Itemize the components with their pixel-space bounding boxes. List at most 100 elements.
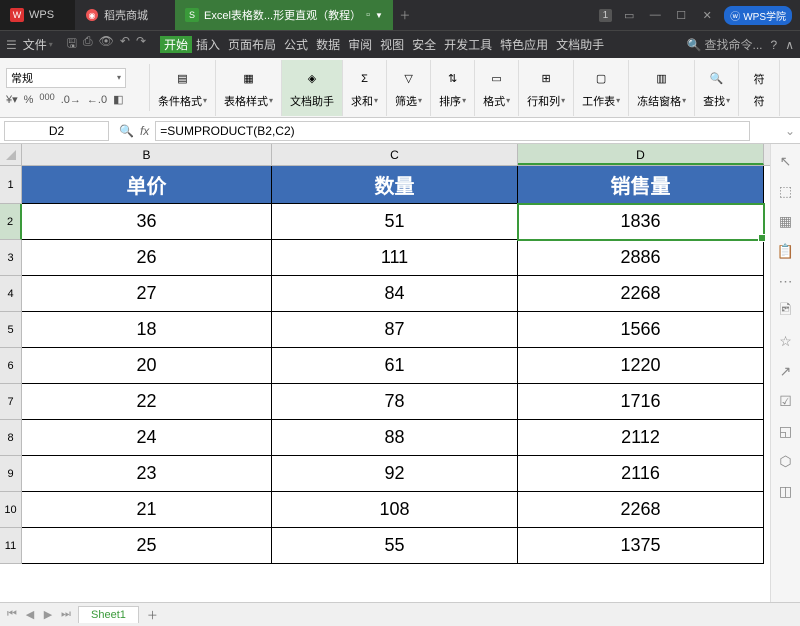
row-header[interactable]: 6: [0, 348, 22, 384]
cell[interactable]: 2116: [518, 456, 764, 492]
star-icon[interactable]: ☆: [777, 332, 795, 350]
print-icon[interactable]: ⎙: [83, 34, 93, 55]
sheet-nav-prev-icon[interactable]: ◀: [22, 608, 38, 621]
menu-tab-6[interactable]: 视图: [376, 36, 408, 53]
header-cell[interactable]: 单价: [22, 166, 272, 204]
row-header[interactable]: 1: [0, 166, 22, 204]
tab-menu-icon[interactable]: ▫: [366, 9, 370, 21]
select-all-corner[interactable]: [0, 144, 22, 165]
cell[interactable]: 2886: [518, 240, 764, 276]
column-header-b[interactable]: B: [22, 144, 272, 165]
menu-tab-10[interactable]: 文档助手: [552, 36, 608, 53]
cell[interactable]: 51: [272, 204, 518, 240]
header-cell[interactable]: 销售量: [518, 166, 764, 204]
percent-icon[interactable]: %: [24, 94, 34, 106]
tab-dropdown-icon[interactable]: ▼: [375, 11, 383, 20]
command-search[interactable]: 🔍 查找命令...: [687, 36, 763, 53]
row-header[interactable]: 7: [0, 384, 22, 420]
cell[interactable]: 22: [22, 384, 272, 420]
share-icon[interactable]: ↗: [777, 362, 795, 380]
undo-icon[interactable]: ↶: [120, 34, 130, 55]
hamburger-icon[interactable]: ☰: [6, 38, 17, 52]
thousands-icon[interactable]: 000: [39, 92, 54, 108]
minimize-icon[interactable]: —: [646, 6, 664, 24]
format-painter-icon[interactable]: ◧: [113, 93, 123, 106]
tab-store[interactable]: ◉ 稻壳商城: [75, 0, 175, 30]
cell[interactable]: 1220: [518, 348, 764, 384]
ribbon-tblstyle[interactable]: ▦表格样式▾: [216, 60, 282, 116]
sheet-tab[interactable]: Sheet1: [78, 606, 139, 623]
ribbon-sum[interactable]: Σ求和▾: [343, 60, 387, 116]
new-tab-button[interactable]: ＋: [393, 7, 417, 23]
sheet-nav-first-icon[interactable]: ⏮: [4, 608, 20, 621]
menu-tab-0[interactable]: 开始: [160, 36, 192, 53]
row-header[interactable]: 10: [0, 492, 22, 528]
preview-icon[interactable]: 👁: [99, 34, 114, 55]
menu-tab-4[interactable]: 数据: [312, 36, 344, 53]
ribbon-docassist[interactable]: ◈文档助手: [282, 60, 343, 116]
row-header[interactable]: 5: [0, 312, 22, 348]
cell[interactable]: 2268: [518, 276, 764, 312]
image-icon[interactable]: 🖻: [777, 302, 795, 320]
column-header-d[interactable]: D: [518, 144, 764, 165]
ribbon-sym[interactable]: 符符: [739, 60, 780, 116]
menu-tab-8[interactable]: 开发工具: [440, 36, 496, 53]
cell[interactable]: 24: [22, 420, 272, 456]
row-header[interactable]: 4: [0, 276, 22, 312]
select-icon[interactable]: ⬚: [777, 182, 795, 200]
window-option-icon[interactable]: ▭: [620, 6, 638, 24]
row-header[interactable]: 9: [0, 456, 22, 492]
picture-icon[interactable]: ◱: [777, 422, 795, 440]
ribbon-freeze[interactable]: ▥冻结窗格▾: [629, 60, 695, 116]
menu-tab-1[interactable]: 插入: [192, 36, 224, 53]
cell[interactable]: 92: [272, 456, 518, 492]
ribbon-sort[interactable]: ⇅排序▾: [431, 60, 475, 116]
more-icon[interactable]: ⋯: [777, 272, 795, 290]
header-cell[interactable]: 数量: [272, 166, 518, 204]
grid-icon[interactable]: ▦: [777, 212, 795, 230]
cancel-formula-icon[interactable]: 🔍: [119, 124, 134, 138]
menu-collapse-icon[interactable]: ∧: [785, 38, 794, 52]
tab-document[interactable]: S Excel表格数...形更直观（教程） ▫ ▼: [175, 0, 393, 30]
cell[interactable]: 55: [272, 528, 518, 564]
increase-decimal-icon[interactable]: .0→: [61, 94, 81, 106]
cell[interactable]: 18: [22, 312, 272, 348]
number-format-select[interactable]: 常规 ▾: [6, 68, 126, 88]
ribbon-rowcol[interactable]: ⊞行和列▾: [519, 60, 574, 116]
add-sheet-button[interactable]: ＋: [139, 607, 166, 623]
decrease-decimal-icon[interactable]: ←.0: [87, 94, 107, 106]
sheet-nav-next-icon[interactable]: ▶: [40, 608, 56, 621]
cursor-icon[interactable]: ↖: [777, 152, 795, 170]
task-icon[interactable]: ☑: [777, 392, 795, 410]
tab-wps[interactable]: W WPS: [0, 0, 75, 30]
help-icon[interactable]: ?: [771, 38, 778, 52]
currency-icon[interactable]: ¥▾: [6, 93, 18, 106]
cell[interactable]: 25: [22, 528, 272, 564]
redo-icon[interactable]: ↷: [136, 34, 146, 55]
wps-academy-button[interactable]: ⓦ WPS学院: [724, 6, 792, 25]
close-icon[interactable]: ✕: [698, 6, 716, 24]
formula-input[interactable]: =SUMPRODUCT(B2,C2): [155, 121, 750, 141]
cell[interactable]: 1375: [518, 528, 764, 564]
cell[interactable]: 23: [22, 456, 272, 492]
cell[interactable]: 111: [272, 240, 518, 276]
cell[interactable]: 20: [22, 348, 272, 384]
cell[interactable]: 1716: [518, 384, 764, 420]
row-header[interactable]: 11: [0, 528, 22, 564]
cell[interactable]: 21: [22, 492, 272, 528]
cell[interactable]: 27: [22, 276, 272, 312]
settings-panel-icon[interactable]: ◫: [777, 482, 795, 500]
row-header[interactable]: 2: [0, 204, 22, 240]
cell[interactable]: 61: [272, 348, 518, 384]
ribbon-cond[interactable]: ▤条件格式▾: [150, 60, 216, 116]
ribbon-filter[interactable]: ▽筛选▾: [387, 60, 431, 116]
cell[interactable]: 108: [272, 492, 518, 528]
cell[interactable]: 88: [272, 420, 518, 456]
ribbon-fmt[interactable]: ▭格式▾: [475, 60, 519, 116]
name-box[interactable]: D2: [4, 121, 109, 141]
cell[interactable]: 78: [272, 384, 518, 420]
ribbon-ws[interactable]: ▢工作表▾: [574, 60, 629, 116]
fx-icon[interactable]: fx: [140, 124, 149, 138]
row-header[interactable]: 8: [0, 420, 22, 456]
save-icon[interactable]: 🖫: [67, 34, 77, 55]
